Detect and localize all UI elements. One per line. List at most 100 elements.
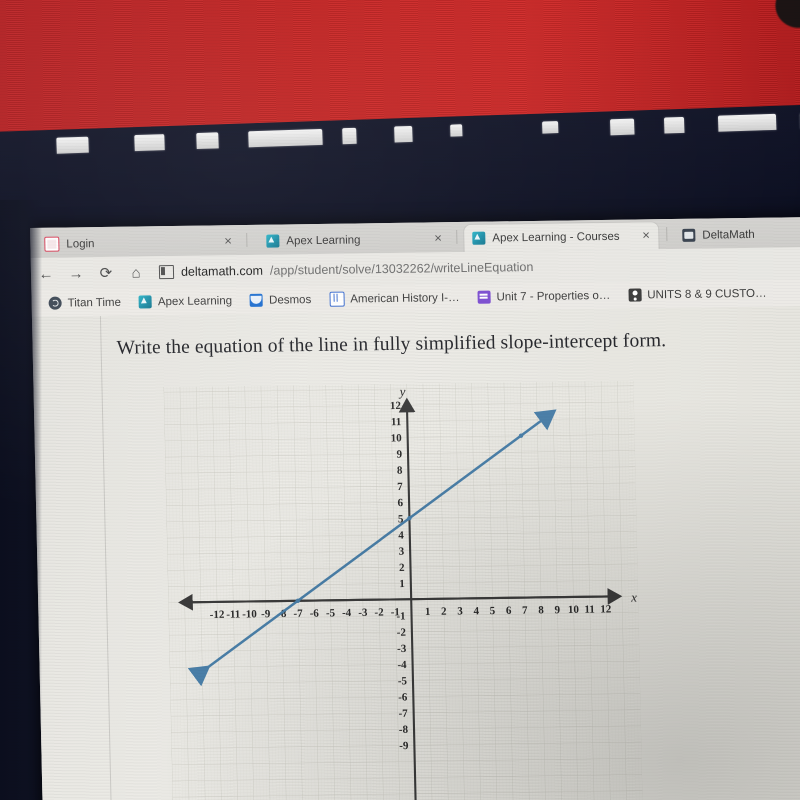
x-tick-label: -5	[326, 607, 336, 619]
x-tick-label: -4	[342, 607, 352, 619]
tab-close-button[interactable]: ×	[224, 233, 232, 248]
taskbar-chip[interactable]	[609, 118, 635, 136]
y-tick-label: 12	[390, 400, 402, 412]
units89-icon	[628, 288, 642, 302]
y-tick-label: 10	[391, 432, 403, 444]
x-tick-label: -11	[226, 609, 240, 621]
home-icon[interactable]: ⌂	[121, 257, 152, 287]
bookmark-label: UNITS 8 & 9 CUSTO…	[647, 287, 767, 301]
y-tick-label: -3	[397, 643, 407, 655]
x-tick-label: 2	[441, 606, 447, 618]
x-tick-label: 9	[554, 604, 560, 616]
graph-grid	[163, 380, 643, 800]
y-tick-label: -8	[399, 724, 409, 736]
y-tick-label: -5	[398, 675, 408, 687]
bookmark-label: Titan Time	[67, 296, 122, 309]
y-tick-label: -7	[398, 708, 408, 720]
tab-separator	[666, 227, 668, 242]
y-tick-label: 4	[398, 529, 404, 541]
x-tick-label: -12	[210, 609, 225, 621]
y-tick-label: 6	[397, 497, 403, 509]
bookmark-label: Desmos	[268, 293, 312, 307]
tab-login[interactable]: Login	[36, 228, 249, 258]
x-axis-label: x	[630, 590, 637, 605]
american-history-icon	[329, 291, 345, 307]
problem-prompt: Write the equation of the line in fully …	[116, 330, 667, 359]
mascot-logo	[759, 0, 800, 36]
x-tick-label: 3	[457, 605, 463, 617]
login-favicon-icon	[44, 236, 60, 252]
x-tick-label: -7	[293, 608, 303, 620]
y-tick-label: -4	[397, 659, 407, 671]
tab-label: DeltaMath	[702, 228, 755, 242]
x-tick-label: 5	[490, 605, 496, 617]
x-tick-label: 4	[473, 605, 479, 617]
tab-apex-learning[interactable]: Apex Learning	[258, 225, 455, 255]
x-tick-label: -6	[310, 607, 320, 619]
bookmark-label: American History I-…	[350, 291, 460, 306]
tab-label: Apex Learning	[286, 233, 361, 247]
y-tick-label: -9	[399, 740, 409, 752]
y-tick-label: -1	[396, 610, 405, 622]
taskbar-chip[interactable]	[450, 124, 463, 137]
graph-svg: x y -12-11-10-9-8-7-6-5-4-3-2-1123456789…	[163, 380, 643, 800]
desmos-icon	[249, 293, 264, 307]
deltamath-page: Write the equation of the line in fully …	[31, 305, 800, 800]
taskbar-chip[interactable]	[134, 134, 165, 152]
y-tick-label: 8	[397, 465, 403, 477]
bookmark-american-history[interactable]: American History I-…	[320, 290, 469, 307]
bookmark-titan-time[interactable]: Titan Time	[40, 296, 131, 310]
y-tick-label: 11	[391, 416, 402, 428]
y-tick-label: 9	[396, 449, 402, 461]
apex-learning-icon	[138, 295, 153, 309]
tab-deltamath[interactable]: DeltaMath	[674, 220, 800, 249]
y-tick-label: -6	[398, 691, 408, 703]
coordinate-graph: x y -12-11-10-9-8-7-6-5-4-3-2-1123456789…	[163, 380, 643, 800]
taskbar-chip[interactable]	[342, 127, 357, 145]
url-domain: deltamath.com	[180, 263, 264, 279]
apex-favicon-icon	[266, 234, 280, 248]
tab-label: Apex Learning - Courses	[492, 230, 620, 245]
taskbar-chip[interactable]	[196, 132, 219, 150]
y-tick-label: 7	[397, 481, 403, 493]
titan-time-icon	[48, 296, 62, 310]
x-tick-label: 10	[568, 604, 580, 616]
bookmark-apex-learning[interactable]: Apex Learning	[130, 294, 241, 309]
y-tick-label: 3	[399, 546, 405, 558]
taskbar-chip[interactable]	[56, 136, 89, 154]
x-tick-label: -10	[242, 608, 257, 620]
bookmark-label: Unit 7 - Properties o…	[496, 289, 611, 303]
bookmark-desmos[interactable]: Desmos	[241, 293, 320, 307]
y-tick-label: -2	[397, 627, 407, 639]
x-tick-label: 7	[522, 605, 528, 617]
taskbar-chip[interactable]	[542, 121, 559, 134]
address-bar[interactable]: deltamath.com/app/student/solve/13032262…	[158, 259, 534, 280]
photo-left-shadow	[0, 200, 42, 800]
content-divider	[99, 316, 113, 800]
unit7-icon	[477, 290, 491, 304]
x-tick-label: 1	[425, 606, 431, 618]
tab-close-button[interactable]: ×	[434, 230, 442, 245]
bookmark-unit-7[interactable]: Unit 7 - Properties o…	[468, 289, 619, 304]
url-path: /app/student/solve/13032262/writeLineEqu…	[269, 259, 534, 278]
page-info-icon[interactable]	[158, 264, 175, 280]
taskbar-chip[interactable]	[248, 128, 323, 148]
reload-icon[interactable]: ⟳	[91, 258, 122, 288]
browser-window: Login × Apex Learning × Apex Learning - …	[30, 216, 800, 800]
bookmark-label: Apex Learning	[157, 294, 233, 308]
taskbar-chip[interactable]	[394, 125, 413, 143]
taskbar-chip[interactable]	[663, 116, 685, 134]
x-tick-label: 11	[584, 604, 595, 616]
y-tick-label: 1	[399, 578, 405, 590]
tab-apex-learning-courses[interactable]: Apex Learning - Courses	[464, 222, 659, 252]
taskbar-chip[interactable]	[717, 113, 777, 132]
bookmark-units-8-9[interactable]: UNITS 8 & 9 CUSTO…	[619, 287, 776, 302]
x-tick-label: -9	[261, 608, 271, 620]
forward-icon[interactable]: →	[61, 258, 92, 288]
x-tick-label: -2	[374, 607, 384, 619]
deltamath-favicon-icon	[682, 228, 696, 242]
tab-close-button[interactable]: ×	[642, 227, 650, 242]
tab-label: Login	[66, 237, 95, 250]
tab-separator	[456, 230, 458, 245]
y-tick-label: 2	[399, 562, 405, 574]
